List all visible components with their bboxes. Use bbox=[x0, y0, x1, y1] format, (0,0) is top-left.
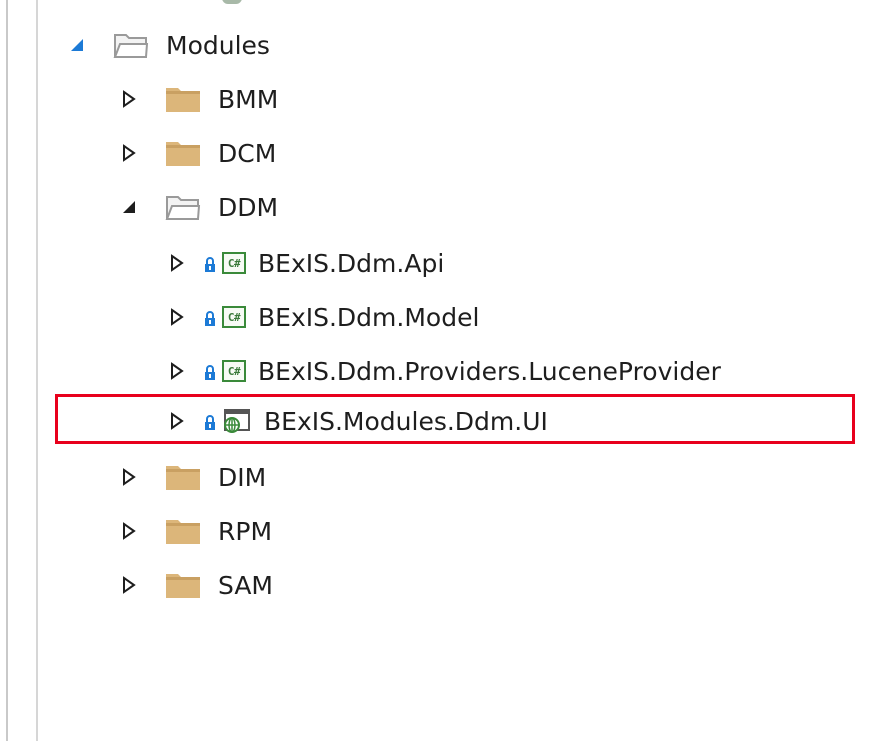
tree-item-label: BExIS.Ddm.Api bbox=[258, 248, 445, 278]
tree-item-label: DIM bbox=[218, 462, 267, 492]
tree-item-ddm-model[interactable]: C# BExIS.Ddm.Model bbox=[166, 292, 479, 342]
tree-item-label: DCM bbox=[218, 138, 277, 168]
tree-item-label: DDM bbox=[218, 192, 279, 222]
tree-item-label: Modules bbox=[166, 30, 270, 60]
tree-item-sam[interactable]: SAM bbox=[118, 560, 273, 610]
highlight-annotation-box bbox=[55, 394, 855, 444]
lock-icon bbox=[204, 253, 218, 273]
lock-icon bbox=[204, 307, 218, 327]
closed-folder-icon bbox=[164, 570, 202, 600]
expanded-arrow-icon[interactable] bbox=[66, 34, 88, 56]
collapsed-arrow-icon[interactable] bbox=[166, 360, 188, 382]
tree-item-modules[interactable]: Modules bbox=[66, 20, 270, 70]
tree-item-ddm-api[interactable]: C# BExIS.Ddm.Api bbox=[166, 238, 444, 288]
tree-indent-rule bbox=[36, 0, 38, 741]
lock-icon bbox=[204, 361, 218, 381]
closed-folder-icon bbox=[164, 462, 202, 492]
collapsed-arrow-icon[interactable] bbox=[118, 520, 140, 542]
closed-folder-icon bbox=[164, 138, 202, 168]
csharp-project-icon: C# bbox=[222, 306, 246, 328]
tree-item-dcm[interactable]: DCM bbox=[118, 128, 276, 178]
tree-item-ddm-lucene-provider[interactable]: C# BExIS.Ddm.Providers.LuceneProvider bbox=[166, 346, 721, 396]
partially-visible-item-icon bbox=[222, 0, 242, 4]
open-folder-icon bbox=[164, 192, 202, 222]
expanded-arrow-icon[interactable] bbox=[118, 196, 140, 218]
collapsed-arrow-icon[interactable] bbox=[166, 252, 188, 274]
collapsed-arrow-icon[interactable] bbox=[118, 466, 140, 488]
csharp-project-icon: C# bbox=[222, 252, 246, 274]
tree-item-rpm[interactable]: RPM bbox=[118, 506, 272, 556]
collapsed-arrow-icon[interactable] bbox=[118, 574, 140, 596]
closed-folder-icon bbox=[164, 516, 202, 546]
tree-item-dim[interactable]: DIM bbox=[118, 452, 266, 502]
csharp-project-icon: C# bbox=[222, 360, 246, 382]
tree-left-rule bbox=[6, 0, 8, 741]
open-folder-icon bbox=[112, 30, 150, 60]
tree-item-label: SAM bbox=[218, 570, 274, 600]
tree-item-ddm[interactable]: DDM bbox=[118, 182, 278, 232]
collapsed-arrow-icon[interactable] bbox=[118, 88, 140, 110]
tree-item-label: BMM bbox=[218, 84, 279, 114]
tree-item-label: BExIS.Ddm.Model bbox=[258, 302, 480, 332]
tree-item-bmm[interactable]: BMM bbox=[118, 74, 278, 124]
tree-item-label: BExIS.Ddm.Providers.LuceneProvider bbox=[258, 356, 721, 386]
collapsed-arrow-icon[interactable] bbox=[118, 142, 140, 164]
collapsed-arrow-icon[interactable] bbox=[166, 306, 188, 328]
tree-item-label: RPM bbox=[218, 516, 273, 546]
closed-folder-icon bbox=[164, 84, 202, 114]
